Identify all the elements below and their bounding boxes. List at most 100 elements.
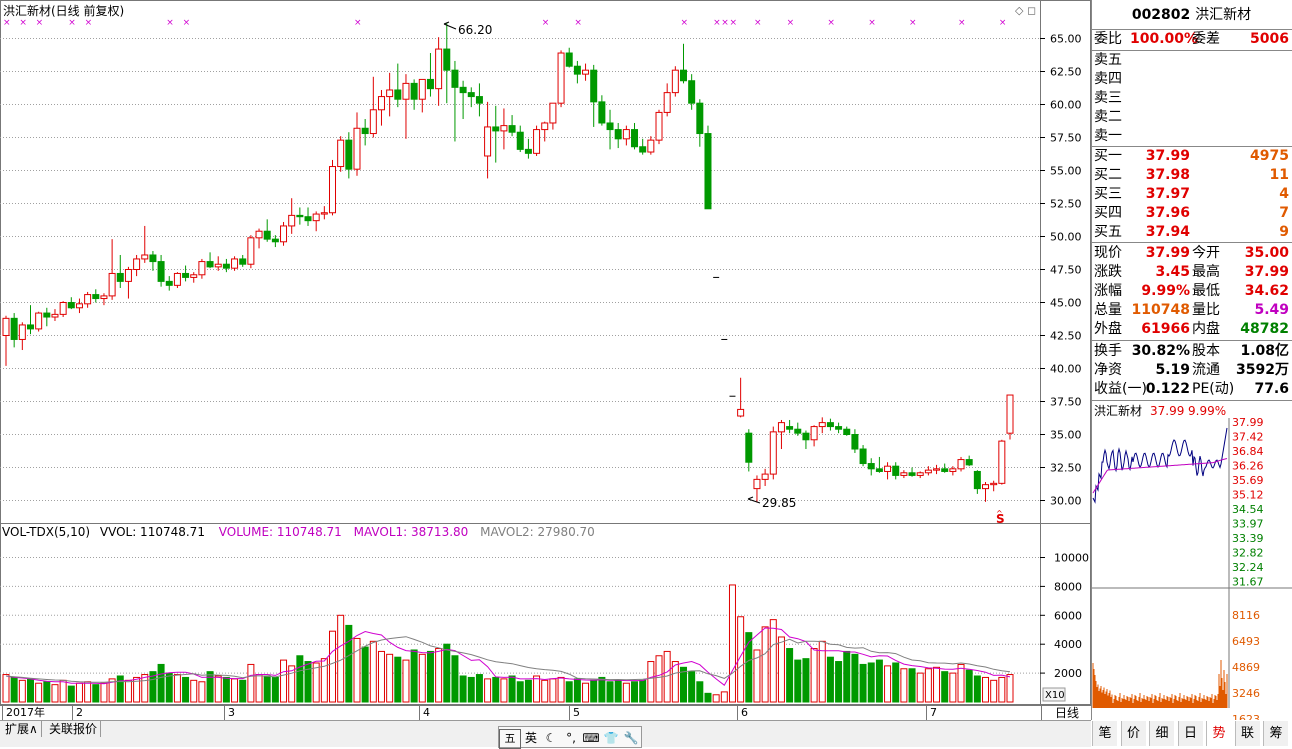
- volume-bar: [990, 679, 998, 703]
- price-tick-label: 45.00: [1050, 297, 1082, 310]
- volume-bar: [631, 681, 639, 703]
- volume-bar: [280, 659, 288, 703]
- signal-x-icon: ×: [36, 18, 44, 28]
- mini-volume-tick: 3246: [1232, 687, 1260, 700]
- candle-body: [369, 109, 377, 135]
- candle-body: [696, 102, 704, 135]
- volume-bar: [557, 676, 565, 703]
- volume-bar: [794, 659, 802, 703]
- volume-bar: [712, 694, 720, 703]
- candle-body: [745, 432, 753, 463]
- candle-body: [982, 484, 990, 490]
- volume-bar: [2, 674, 10, 703]
- sell-level-row: 卖二: [1092, 108, 1291, 127]
- candle-body: [516, 131, 524, 150]
- volume-bar: [761, 626, 769, 703]
- quote-label: 最低: [1192, 283, 1220, 299]
- candle-body: [679, 69, 687, 82]
- intraday-mini-chart[interactable]: 37.99 37.4236.84 36.2635.69 35.1234.54 33.97…: [1092, 418, 1292, 720]
- sell-level-row: 卖三: [1092, 89, 1291, 108]
- chart-title: 洪汇新材(日线 前复权): [3, 3, 124, 18]
- volume-bar: [614, 679, 622, 703]
- candle-body: [786, 426, 794, 430]
- volume-bar: [369, 640, 377, 703]
- ime-icon-0[interactable]: 五: [499, 729, 521, 749]
- right-tab-1[interactable]: 价: [1120, 721, 1146, 746]
- volume-bar: [51, 684, 59, 703]
- candle-body: [108, 272, 116, 297]
- volume-bar: [475, 674, 483, 703]
- candle-body: [214, 263, 222, 268]
- candle-body: [92, 294, 100, 300]
- right-tab-3[interactable]: 日: [1177, 721, 1203, 746]
- ime-icon-5[interactable]: 👕: [601, 729, 621, 747]
- ime-icon-2[interactable]: ☾: [541, 729, 561, 747]
- candle-body: [75, 303, 83, 309]
- quote-value: 37.99: [1244, 264, 1289, 280]
- candle-body: [500, 125, 508, 132]
- mini-price-tick: 37.42: [1232, 431, 1264, 444]
- candle-body: [818, 422, 826, 428]
- ime-icon-3[interactable]: °,: [561, 729, 581, 747]
- candle-body: [2, 317, 10, 336]
- intraday-price-line: [1092, 427, 1228, 504]
- volume-bar: [777, 636, 785, 703]
- ime-icon-1[interactable]: 英: [521, 729, 541, 747]
- volume-bar: [982, 676, 990, 703]
- ime-icon-4[interactable]: ⌨: [581, 729, 601, 747]
- right-tab-2[interactable]: 细: [1149, 721, 1174, 746]
- period-tab[interactable]: 日线: [1041, 705, 1092, 721]
- ime-toolbar[interactable]: 五英 ☾ °, ⌨ 👕 🔧: [498, 726, 642, 749]
- volume-bar: [214, 675, 222, 703]
- date-label: 2: [72, 705, 83, 720]
- volume-bar: [884, 665, 892, 703]
- quote-value: 37.99: [1145, 245, 1190, 261]
- volume-bar: [949, 672, 957, 703]
- volume-bar: [182, 676, 190, 703]
- volume-bar: [720, 691, 728, 703]
- right-tab-0[interactable]: 笔: [1092, 721, 1117, 746]
- candle-body: [826, 422, 834, 428]
- svg-text:29.85: 29.85: [762, 496, 796, 510]
- signal-x-icon: ×: [166, 18, 174, 28]
- volume-bar: [786, 648, 794, 703]
- sell-level-label: 卖四: [1094, 71, 1122, 87]
- volume-bar: [867, 662, 875, 703]
- candle-body: [704, 133, 712, 210]
- right-tab-5[interactable]: 联: [1234, 721, 1260, 746]
- quote-value: 110748: [1131, 302, 1190, 318]
- mini-volume-tick: 8116: [1232, 609, 1260, 622]
- candle-body: [949, 468, 957, 472]
- quote-row: 涨跌 3.45 最高 37.99: [1092, 263, 1291, 282]
- candle-body: [582, 69, 590, 75]
- candle-body: [141, 254, 149, 260]
- signal-x-icon: ×: [85, 18, 93, 28]
- scale-label[interactable]: X10: [1045, 690, 1065, 701]
- diamond-icon[interactable]: ◇: [1015, 4, 1024, 17]
- right-tab-4[interactable]: 势: [1206, 721, 1231, 746]
- volume-bar: [157, 663, 165, 703]
- related-quotes-tab[interactable]: 关联报价: [46, 721, 102, 737]
- volume-bar: [998, 676, 1006, 703]
- right-tab-6[interactable]: 筹: [1263, 721, 1288, 746]
- expand-tab[interactable]: 扩展∧: [2, 721, 42, 737]
- date-label: 4: [419, 705, 430, 720]
- candle-body: [590, 69, 598, 103]
- weibi-row: 委比 100.00% 委差 5006: [1094, 31, 1289, 47]
- ime-icon-6[interactable]: 🔧: [621, 729, 641, 747]
- volume-bar: [116, 675, 124, 703]
- main-kline-chart[interactable]: 65.00 62.50 60.00 57.50 55.00 52.50 50.00 47.50…: [0, 0, 1091, 705]
- signal-x-icon: ×: [909, 18, 917, 28]
- fund-label: 股本: [1192, 343, 1220, 359]
- volume-bar: [329, 630, 337, 703]
- window-icon[interactable]: ◻: [1027, 4, 1036, 17]
- signal-x-icon: ×: [183, 18, 191, 28]
- mini-price-tick: 36.84: [1232, 445, 1264, 458]
- candle-body: [426, 78, 434, 90]
- buy-level-price: 37.94: [1145, 224, 1190, 240]
- volume-bar: [10, 676, 18, 703]
- buy-level-volume: 9: [1279, 224, 1289, 240]
- candle-body: [149, 254, 157, 263]
- volume-bar: [508, 675, 516, 703]
- sell-level-row: 卖五: [1092, 51, 1291, 70]
